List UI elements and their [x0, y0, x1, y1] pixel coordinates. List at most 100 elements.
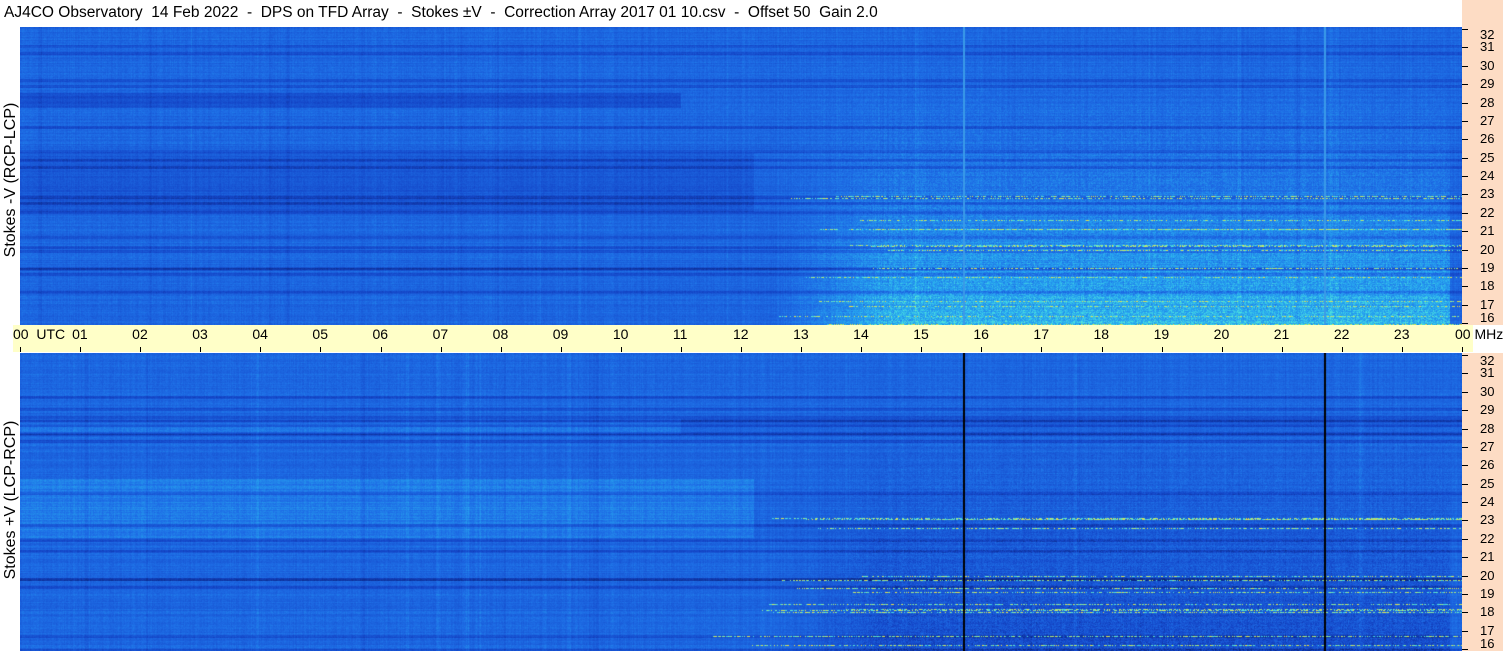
frequency-tick-label: 31	[1480, 365, 1495, 381]
utc-tick-label: 01	[72, 326, 88, 342]
frequency-tick-mark	[1462, 212, 1468, 214]
bottom-margin	[0, 651, 1503, 672]
frequency-tick-label: 18	[1480, 604, 1495, 620]
frequency-tick-mark	[1462, 446, 1468, 448]
utc-tick-label: 07	[432, 326, 449, 342]
utc-tick-mark	[680, 347, 682, 352]
utc-tick-label: 13	[793, 326, 809, 342]
frequency-tick-label: 24	[1480, 168, 1495, 183]
utc-tick-label: 19	[1153, 326, 1170, 342]
frequency-tick-mark	[1462, 157, 1468, 159]
frequency-tick-label: 23	[1480, 512, 1495, 528]
chart-title: AJ4CO Observatory 14 Feb 2022 - DPS on T…	[4, 4, 878, 21]
utc-tick-mark	[80, 347, 82, 352]
utc-tick-mark	[200, 347, 202, 352]
top-panel-ylabel: Stokes -V (RCP-LCP)	[2, 102, 19, 258]
frequency-tick-mark	[1462, 355, 1468, 356]
frequency-tick-label: 22	[1480, 530, 1495, 546]
utc-tick-label: 15	[913, 326, 929, 342]
frequency-axis-bottom: 32 31 30 29 28 27 26 25 24 23 22 21 20 19 18 17 16	[1462, 353, 1503, 651]
frequency-tick-mark	[1462, 267, 1468, 269]
frequency-tick-label: 21	[1480, 223, 1495, 239]
frequency-tick-label: 29	[1480, 76, 1495, 92]
frequency-tick-label: 29	[1480, 402, 1495, 418]
frequency-tick-mark	[1462, 194, 1468, 196]
utc-tick-label: 05	[312, 326, 328, 342]
frequency-tick-label: 19	[1480, 259, 1495, 275]
spectrogram-canvas-bottom	[20, 353, 1462, 651]
frequency-tick-label: 26	[1480, 131, 1495, 147]
utc-tick-label: 02	[132, 326, 148, 342]
frequency-tick-mark	[1462, 323, 1468, 324]
frequency-tick-mark	[1462, 612, 1468, 614]
frequency-tick-mark	[1462, 304, 1468, 306]
frequency-tick-label: 30	[1480, 383, 1495, 399]
utc-tick-label: 18	[1093, 326, 1110, 342]
utc-tick-mark	[1281, 347, 1283, 352]
frequency-tick-label: 19	[1480, 585, 1495, 601]
frequency-axis-top: 32 31 30 29 28 27 26 25 24 23 22 21 20 19 18 17 16	[1462, 27, 1503, 325]
frequency-tick-mark	[1462, 428, 1468, 430]
frequency-tick-mark	[1462, 373, 1468, 375]
utc-tick-label: 03	[192, 326, 208, 342]
frequency-tick-label: 27	[1480, 438, 1495, 454]
frequency-tick-mark	[1462, 410, 1468, 412]
utc-tick-label: 00 UTC	[13, 326, 66, 342]
utc-tick-mark	[440, 347, 442, 352]
frequency-tick-mark	[1462, 593, 1468, 595]
spectrogram-canvas-top	[20, 27, 1462, 325]
utc-tick-mark	[1462, 347, 1463, 352]
frequency-tick-mark	[1462, 120, 1468, 122]
utc-tick-label: 20	[1213, 326, 1230, 342]
frequency-tick-mark	[1462, 649, 1468, 650]
utc-tick-label: 06	[372, 326, 389, 342]
frequency-tick-label: 21	[1480, 549, 1495, 565]
frequency-tick-label: 31	[1480, 39, 1495, 55]
frequency-tick-mark	[1462, 520, 1468, 522]
utc-tick-mark	[20, 347, 21, 352]
frequency-tick-label: 16	[1480, 310, 1495, 325]
utc-tick-mark	[620, 347, 622, 352]
frequency-tick-mark	[1462, 139, 1468, 141]
utc-tick-mark	[260, 347, 262, 352]
utc-tick-label: 11	[672, 326, 688, 342]
utc-tick-label: 17	[1033, 326, 1049, 342]
frequency-tick-mark	[1462, 65, 1468, 67]
frequency-tick-mark	[1462, 176, 1468, 177]
utc-tick-mark	[560, 347, 562, 352]
utc-tick-label: 23	[1393, 326, 1410, 342]
utc-time-axis: 00 UTC 01 02 03 04 05 06 07 08 09 10 11 12 13 14 15 16 17…	[13, 325, 1503, 352]
utc-tick-label: 16	[973, 326, 989, 342]
frequency-tick-label: 16	[1480, 636, 1495, 651]
utc-tick-mark	[500, 347, 502, 352]
frequency-tick-label: 27	[1480, 112, 1495, 128]
utc-tick-label: 09	[552, 326, 569, 342]
frequency-tick-label: 20	[1480, 241, 1495, 257]
utc-tick-label: 14	[853, 326, 869, 342]
frequency-tick-mark	[1462, 47, 1468, 49]
utc-tick-mark	[921, 347, 923, 352]
utc-tick-mark	[741, 347, 742, 352]
frequency-tick-label: 22	[1480, 204, 1495, 220]
frequency-tick-mark	[1462, 557, 1468, 559]
utc-tick-mark	[1221, 347, 1223, 352]
utc-tick-label: 08	[492, 326, 509, 342]
utc-tick-mark	[320, 347, 322, 352]
frequency-tick-label: 23	[1480, 186, 1495, 202]
frequency-tick-mark	[1462, 231, 1468, 233]
frequency-tick-label: 28	[1480, 420, 1495, 436]
utc-tick-mark	[1101, 347, 1103, 352]
utc-tick-label: 12	[733, 326, 749, 342]
utc-tick-mark	[380, 347, 382, 352]
frequency-tick-label: 30	[1480, 57, 1495, 73]
frequency-tick-mark	[1462, 286, 1468, 288]
frequency-tick-mark	[1462, 29, 1468, 30]
stokes-plus-v-spectrogram	[20, 353, 1462, 651]
utc-tick-label: 10	[612, 326, 629, 342]
frequency-tick-mark	[1462, 84, 1468, 86]
frequency-tick-label: 24	[1480, 494, 1495, 509]
frequency-tick-label: 18	[1480, 278, 1495, 294]
frequency-tick-mark	[1462, 465, 1468, 467]
frequency-tick-label: 25	[1480, 149, 1495, 165]
stokes-minus-v-spectrogram	[20, 27, 1462, 325]
